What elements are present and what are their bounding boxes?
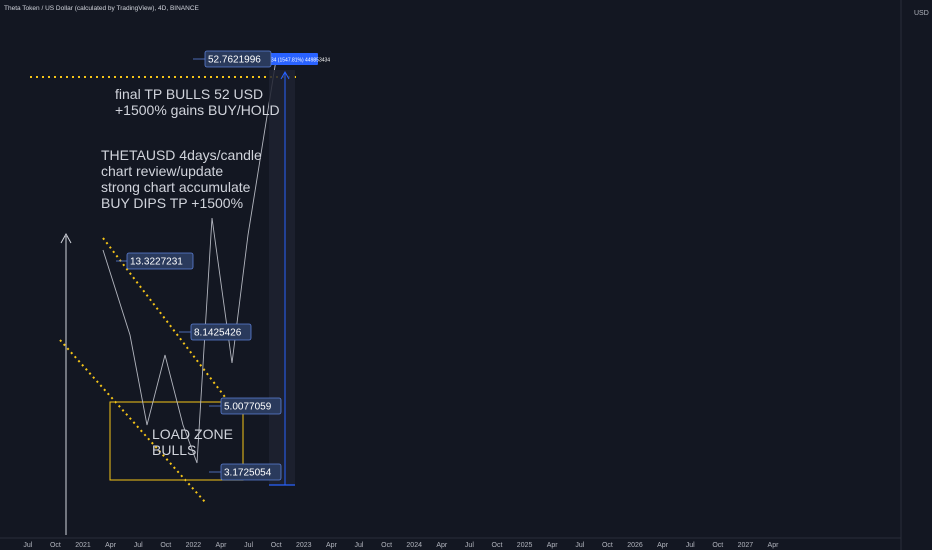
x-tick-label: Oct [712,542,723,549]
annotation-review-text: strong chart accumulate [101,179,251,195]
x-tick-label: Apr [105,542,117,549]
price-chart[interactable]: Theta Token / US Dollar (calculated by T… [0,0,932,550]
annotation-review-text: BUY DIPS TP +1500% [101,195,243,211]
x-tick-label: 2023 [296,542,312,549]
x-tick-label: 2021 [75,542,91,549]
annotation-target-text: +1500% gains BUY/HOLD [115,102,280,118]
x-tick-label: Jul [686,542,695,549]
x-tick-label: Apr [436,542,448,549]
x-tick-label: Apr [216,542,228,549]
chart-header-title: Theta Token / US Dollar (calculated by T… [4,5,200,12]
annotation-review-text: THETAUSD 4days/candle [101,147,262,163]
x-tick-label: Oct [602,542,613,549]
x-tick-label: Jul [575,542,584,549]
x-tick-label: Oct [50,542,61,549]
price-callout-label: 52.7621996 [208,55,261,66]
annotation-zone-text: LOAD ZONE [152,426,233,442]
x-tick-label: Jul [23,542,32,549]
price-callout-label: 8.1425426 [194,328,242,339]
price-callout-label: 13.3227231 [130,257,183,268]
price-callout-label: 3.1725054 [224,468,272,479]
x-tick-label: 2025 [517,542,533,549]
x-tick-label: 2022 [186,542,202,549]
x-tick-label: Jul [134,542,143,549]
x-tick-label: 2024 [406,542,422,549]
x-tick-label: Oct [381,542,392,549]
x-tick-label: Oct [271,542,282,549]
x-tick-label: Oct [492,542,503,549]
annotation-review-text: chart review/update [101,163,223,179]
x-tick-label: 2026 [627,542,643,549]
x-tick-label: Apr [768,542,780,549]
y-axis-unit-label: USD [914,10,929,17]
x-tick-label: Jul [355,542,364,549]
channel-lower-trendline [59,339,206,503]
price-callout-label: 5.0077059 [224,402,272,413]
x-tick-label: Jul [244,542,253,549]
chart-area[interactable]: Theta Token / US Dollar (calculated by T… [0,0,932,550]
x-tick-label: Apr [326,542,338,549]
annotation-zone-text: BULLS [152,442,196,458]
annotation-target-text: final TP BULLS 52 USD [115,86,263,102]
x-tick-label: Jul [465,542,474,549]
x-tick-label: 2027 [738,542,754,549]
x-tick-label: Oct [160,542,171,549]
measure-range-area [269,70,295,485]
x-tick-label: Apr [657,542,669,549]
x-tick-label: Apr [547,542,559,549]
